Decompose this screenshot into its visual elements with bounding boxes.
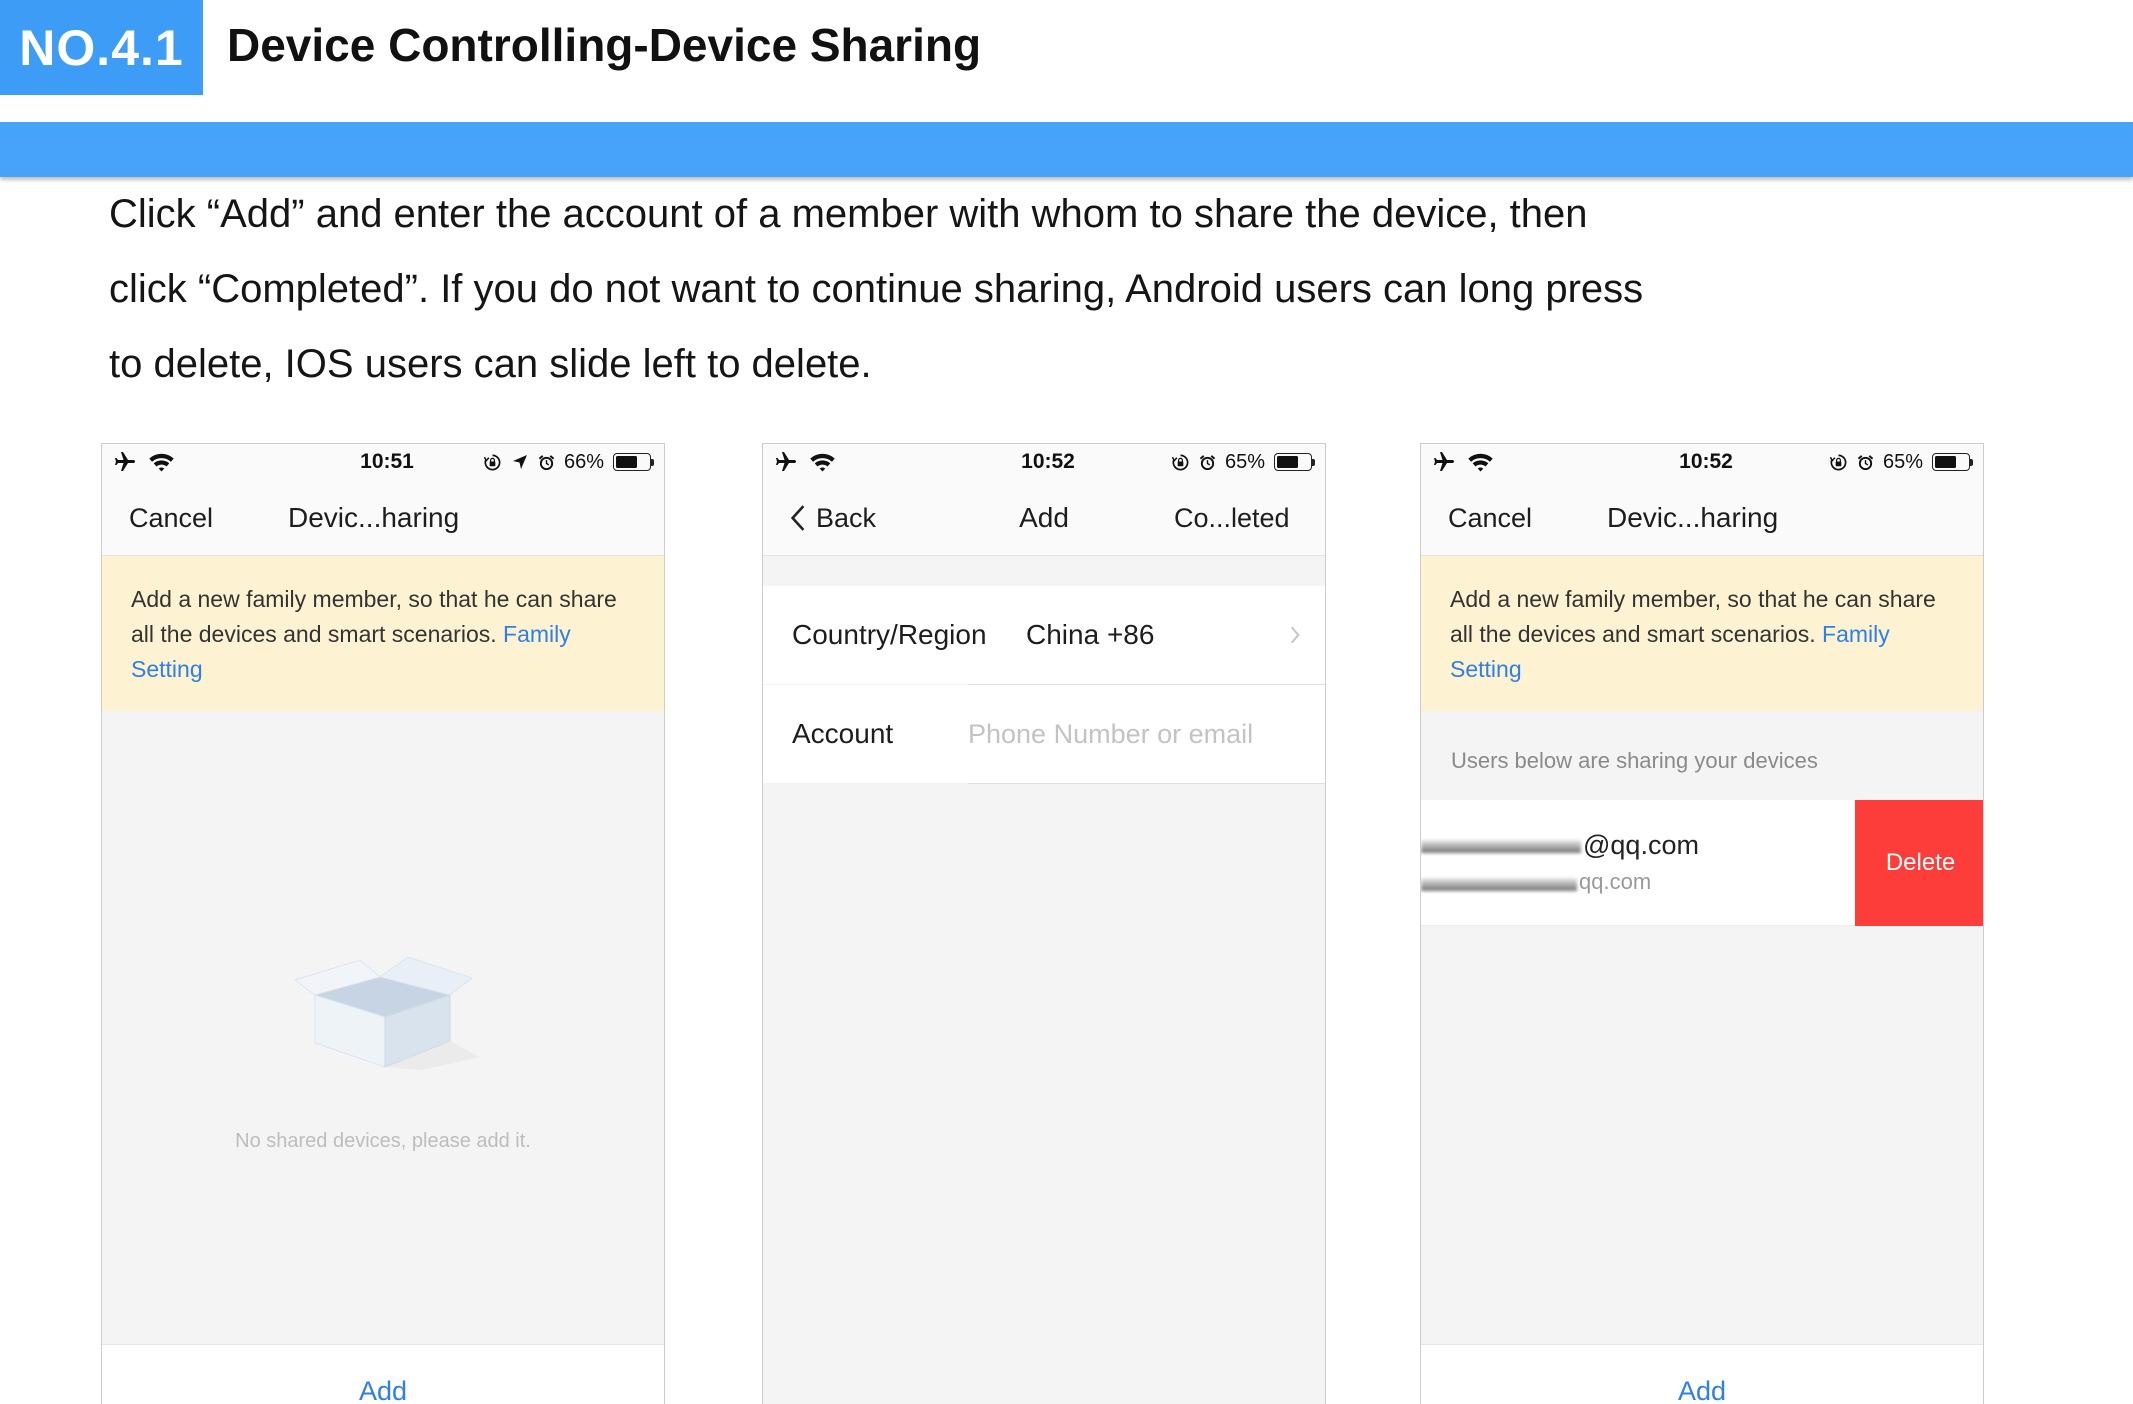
status-bar: 10:52 65% (763, 444, 1325, 480)
alarm-icon (538, 454, 555, 470)
add-button[interactable]: Add (1421, 1344, 1983, 1404)
battery-icon (1932, 453, 1973, 471)
phone-screen-device-sharing-list: 10:52 65% Cancel Devic...haring Add a ne… (1420, 443, 1984, 1404)
chevron-right-icon (1290, 626, 1300, 644)
empty-box-icon (293, 956, 480, 1070)
page-title: Device Controlling-Device Sharing (227, 19, 982, 71)
status-right-icons: 66% (483, 444, 654, 480)
instruction-line: click “Completed”. If you do not want to… (109, 267, 1644, 311)
alarm-icon (1199, 454, 1216, 470)
navigation-bar: Cancel Devic...haring (102, 480, 664, 556)
battery-icon (1274, 453, 1315, 471)
info-banner: Add a new family member, so that he can … (102, 556, 664, 711)
alarm-icon (1857, 454, 1874, 470)
navigation-bar: Back Add Co...leted (763, 480, 1325, 556)
account-label: Account (792, 718, 894, 749)
section-number-badge: NO.4.1 (0, 0, 203, 95)
section-header: Users below are sharing your devices (1451, 748, 1818, 773)
country-region-value: China +86 (1026, 619, 1155, 650)
cancel-button[interactable]: Cancel (1448, 480, 1532, 556)
account-row: Account (763, 685, 1325, 783)
nav-title: Devic...haring (288, 502, 460, 533)
info-banner: Add a new family member, so that he can … (1421, 556, 1983, 711)
location-icon (512, 455, 527, 469)
row-divider (968, 783, 1325, 784)
shared-user-account-secondary: qq.com (1579, 869, 1652, 894)
battery-icon (613, 453, 654, 471)
battery-percentage: 65% (1224, 450, 1265, 473)
rotation-lock-icon (483, 454, 501, 470)
phone-screen-device-sharing-empty: 10:51 66% Cancel Devic...haring Add a ne… (101, 443, 665, 1404)
phone-screen-add-member: 10:52 65% Back Add Co...leted Country/Re… (762, 443, 1326, 1404)
status-right-icons: 65% (1829, 444, 1973, 480)
instruction-line: to delete, IOS users can slide left to d… (109, 342, 872, 386)
account-input[interactable] (968, 715, 1308, 753)
battery-percentage: 66% (563, 450, 604, 473)
status-bar: 10:51 66% (102, 444, 664, 480)
redacted-account-prefix (1421, 840, 1581, 853)
navigation-bar: Cancel Devic...haring (1421, 480, 1983, 556)
empty-state-text: No shared devices, please add it. (235, 1130, 531, 1152)
country-region-label: Country/Region (792, 619, 987, 650)
redacted-account-prefix (1421, 878, 1577, 891)
status-right-icons: 65% (1171, 444, 1315, 480)
rotation-lock-icon (1171, 454, 1189, 470)
instruction-line: Click “Add” and enter the account of a m… (109, 192, 1588, 236)
shared-user-account: @qq.com (1583, 830, 1699, 860)
cancel-button[interactable]: Cancel (129, 480, 213, 556)
delete-button[interactable]: Delete (1855, 800, 1983, 926)
status-bar: 10:52 65% (1421, 444, 1983, 480)
nav-title: Devic...haring (1607, 502, 1779, 533)
rotation-lock-icon (1829, 454, 1847, 470)
battery-percentage: 65% (1882, 450, 1923, 473)
completed-button[interactable]: Co...leted (1174, 480, 1290, 556)
instructions-paragraph: Click “Add” and enter the account of a m… (109, 177, 1643, 402)
shared-user-row[interactable]: @qq.com qq.com Delete (1421, 800, 1983, 926)
add-button[interactable]: Add (102, 1344, 664, 1404)
country-region-row[interactable]: Country/Region China +86 (763, 586, 1325, 684)
header-accent-bar (0, 122, 2133, 177)
